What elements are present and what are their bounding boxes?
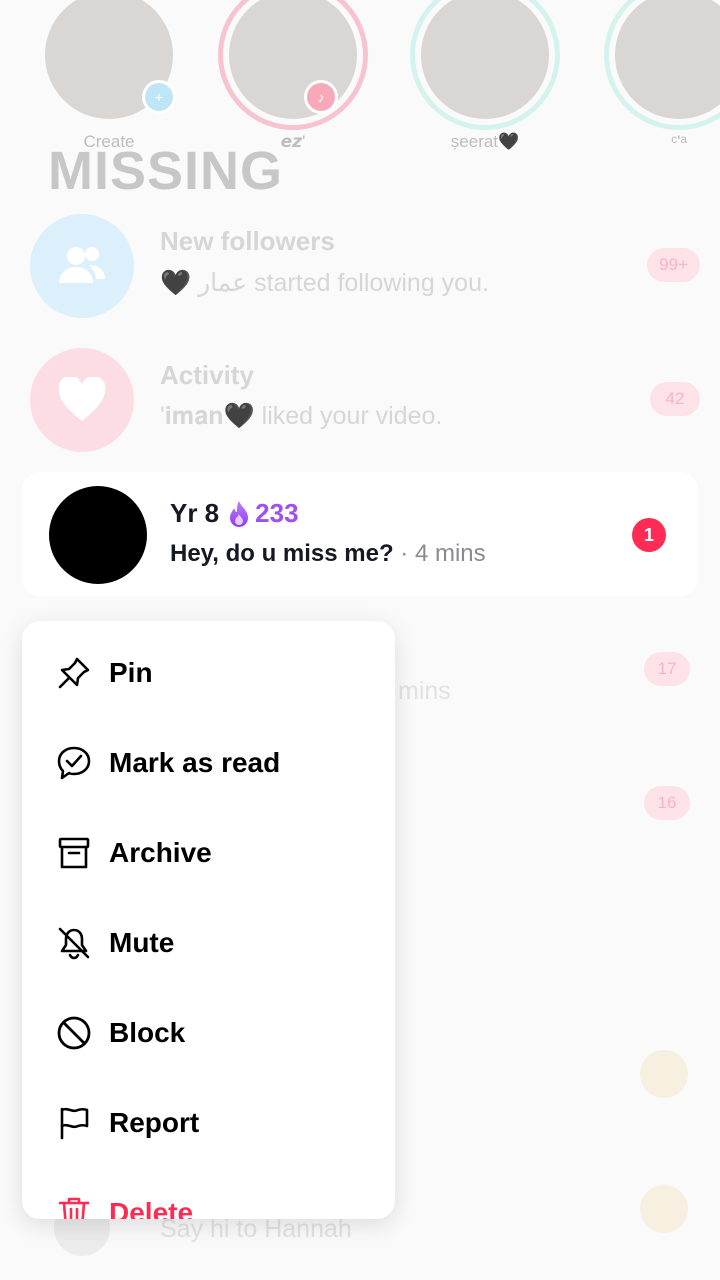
chat-context-menu: Pin Mark as read Archive Mute Block Repo… [22,621,395,1219]
trash-icon [54,1193,94,1219]
menu-item-label: Mark as read [109,747,281,778]
last-message: Hey, do u miss me? [170,540,394,567]
story-create: + Create [34,0,184,152]
avatar [229,0,357,119]
avatar[interactable] [49,486,147,584]
separator: · [400,540,409,567]
chat-name: Yr 8 [170,498,220,528]
plus-icon: + [142,80,176,114]
menu-item-label: Block [109,1017,186,1048]
streak-count: 233 [255,498,299,528]
timestamp: 4 mins [414,540,486,567]
menu-item-label: Pin [109,657,153,688]
mute-bell-icon [54,923,94,963]
mark-read-icon [54,743,94,783]
menu-item-report[interactable]: Report [22,1078,395,1168]
story-name: ṣeerat🖤 [450,132,520,151]
avatar [421,0,549,119]
unread-badge: 1 [632,518,666,552]
streak: 233 [227,498,299,529]
count-badge: 42 [650,382,700,416]
music-note-icon: ♪ [304,80,338,114]
block-icon [54,1013,94,1053]
followers-icon [30,214,134,318]
count-badge: 16 [644,786,690,820]
flame-icon [230,500,249,527]
menu-item-block[interactable]: Block [22,988,395,1078]
story-item: ♪ 𝙚𝙯' [218,0,368,152]
pin-icon [54,653,94,693]
ghost-badge [640,1050,688,1098]
story-item: ṣeerat🖤 [410,0,560,152]
row-title: Activity [160,360,254,390]
new-followers-row: New followers 🖤 عمار started following y… [30,214,700,318]
chat-preview: Hey, do u miss me? · 4 mins [170,540,486,568]
menu-item-label: Archive [109,837,212,868]
ghost-badge [640,1185,688,1233]
story-item: ᶜ'ᵃ [604,0,720,152]
menu-item-label: Delete [109,1197,194,1219]
menu-item-label: Mute [109,927,175,958]
story-name: ᶜ'ᵃ [671,132,687,151]
heart-icon [30,348,134,452]
activity-row: Activity '𝐢𝐦𝐚𝐧🖤 liked your video. 42 [30,348,700,452]
count-badge: 17 [644,652,690,686]
menu-item-mark-as-read[interactable]: Mark as read [22,718,395,808]
flag-icon [54,1103,94,1143]
ghost-text: mins [398,677,451,705]
menu-item-archive[interactable]: Archive [22,808,395,898]
menu-item-pin[interactable]: Pin [22,628,395,718]
menu-item-delete[interactable]: Delete [22,1168,395,1219]
menu-item-mute[interactable]: Mute [22,898,395,988]
overlay-title: MISSING [48,141,284,201]
menu-item-label: Report [109,1107,200,1138]
row-subtitle: '𝐢𝐦𝐚𝐧🖤 liked your video. [160,402,443,430]
row-title: New followers [160,226,335,256]
count-badge: 99+ [647,248,700,282]
archive-icon [54,833,94,873]
chat-header: Yr 8 233 [170,498,299,529]
row-subtitle: 🖤 عمار started following you. [160,269,489,297]
ghost-text: Say hi to Hannah [160,1215,352,1243]
avatar [615,0,720,119]
chat-row[interactable]: Yr 8 233 Hey, do u miss me? · 4 mins 1 [22,472,698,596]
